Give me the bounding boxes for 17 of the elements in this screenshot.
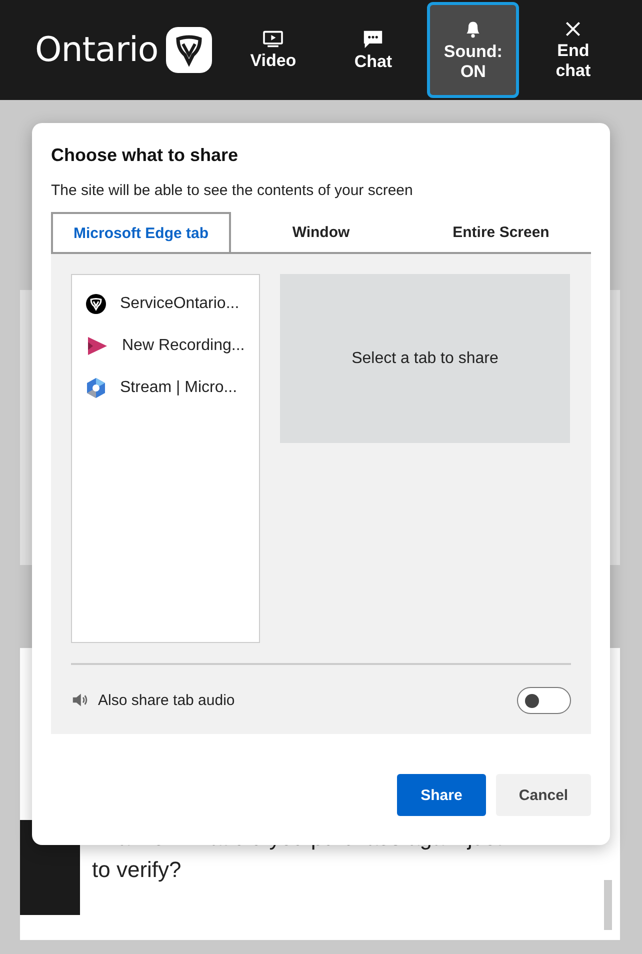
toolbar-button[interactable]: Chat — [327, 2, 420, 98]
share-button[interactable]: Share — [397, 774, 486, 816]
tab[interactable]: Microsoft Edge tab — [51, 212, 231, 252]
tab-list-item[interactable]: New Recording... — [86, 325, 259, 367]
dialog-title: Choose what to share — [51, 145, 240, 166]
preview-hint: Select a tab to share — [352, 350, 498, 368]
tab-list-item[interactable]: Stream | Micro... — [86, 367, 259, 409]
cancel-button[interactable]: Cancel — [496, 774, 591, 816]
tab[interactable]: Window — [231, 212, 411, 252]
toolbar-button[interactable]: End chat — [527, 2, 620, 98]
tab-list-item[interactable]: ServiceOntario... — [86, 283, 259, 325]
audio-label: Also share tab audio — [98, 692, 236, 708]
toolbar-button[interactable]: Video — [227, 2, 320, 98]
tab[interactable]: Entire Screen — [411, 212, 591, 252]
toolbar-button[interactable]: Sound: ON — [427, 2, 520, 98]
brand-name: Ontario — [35, 30, 158, 70]
dialog-subtitle: The site will be able to see the contents of your screen — [51, 182, 414, 199]
